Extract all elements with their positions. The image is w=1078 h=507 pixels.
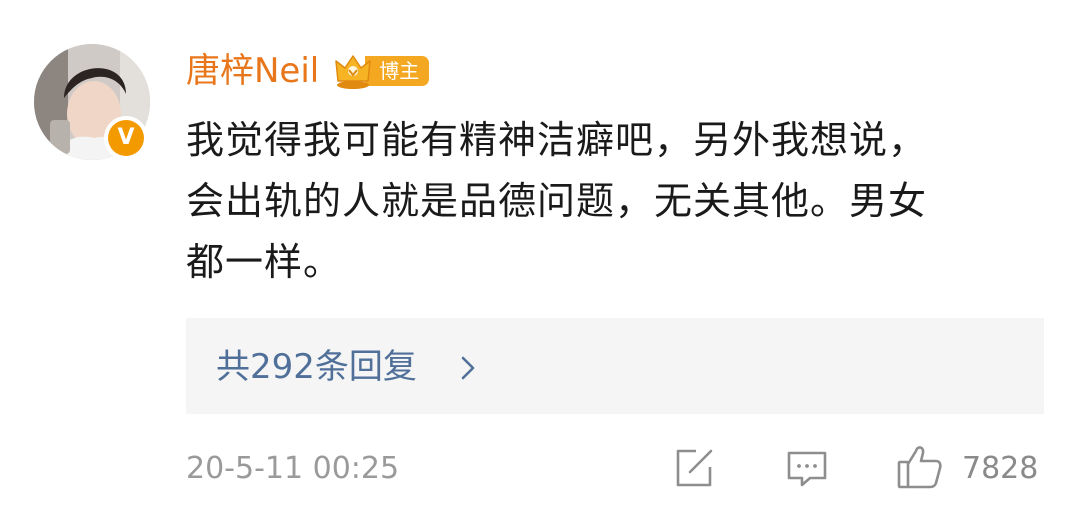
comment-text: 我觉得我可能有精神洁癖吧，另外我想说， 会出轨的人就是品德问题，无关其他。男女 都一… (186, 110, 1052, 293)
badge-label: 博主 (365, 56, 430, 86)
verified-badge: V (104, 116, 148, 160)
comment-text-line: 我觉得我可能有精神洁癖吧，另外我想说， (186, 118, 928, 162)
comment-button[interactable] (786, 450, 828, 488)
view-replies-button[interactable]: 共292条回复 (186, 318, 1044, 414)
like-button[interactable] (896, 442, 944, 490)
chevron-right-icon (461, 356, 475, 380)
like-count: 7828 (962, 451, 1039, 486)
comment-header: 唐梓Neil 博主 (186, 48, 430, 94)
blogger-badge: 博主 (333, 52, 430, 90)
comment-text-line: 都一样。 (186, 240, 343, 284)
comment-text-line: 会出轨的人就是品德问题，无关其他。男女 (186, 179, 928, 223)
crown-badge-icon (333, 52, 373, 90)
share-icon (676, 449, 713, 487)
share-button[interactable] (674, 448, 714, 488)
thumbs-up-icon (897, 446, 942, 489)
comment-timestamp: 20-5-11 00:25 (186, 451, 400, 486)
verified-v-icon: V (108, 120, 144, 156)
replies-label: 共292条回复 (216, 347, 417, 387)
comment-icon (787, 451, 827, 487)
username[interactable]: 唐梓Neil (186, 48, 319, 94)
